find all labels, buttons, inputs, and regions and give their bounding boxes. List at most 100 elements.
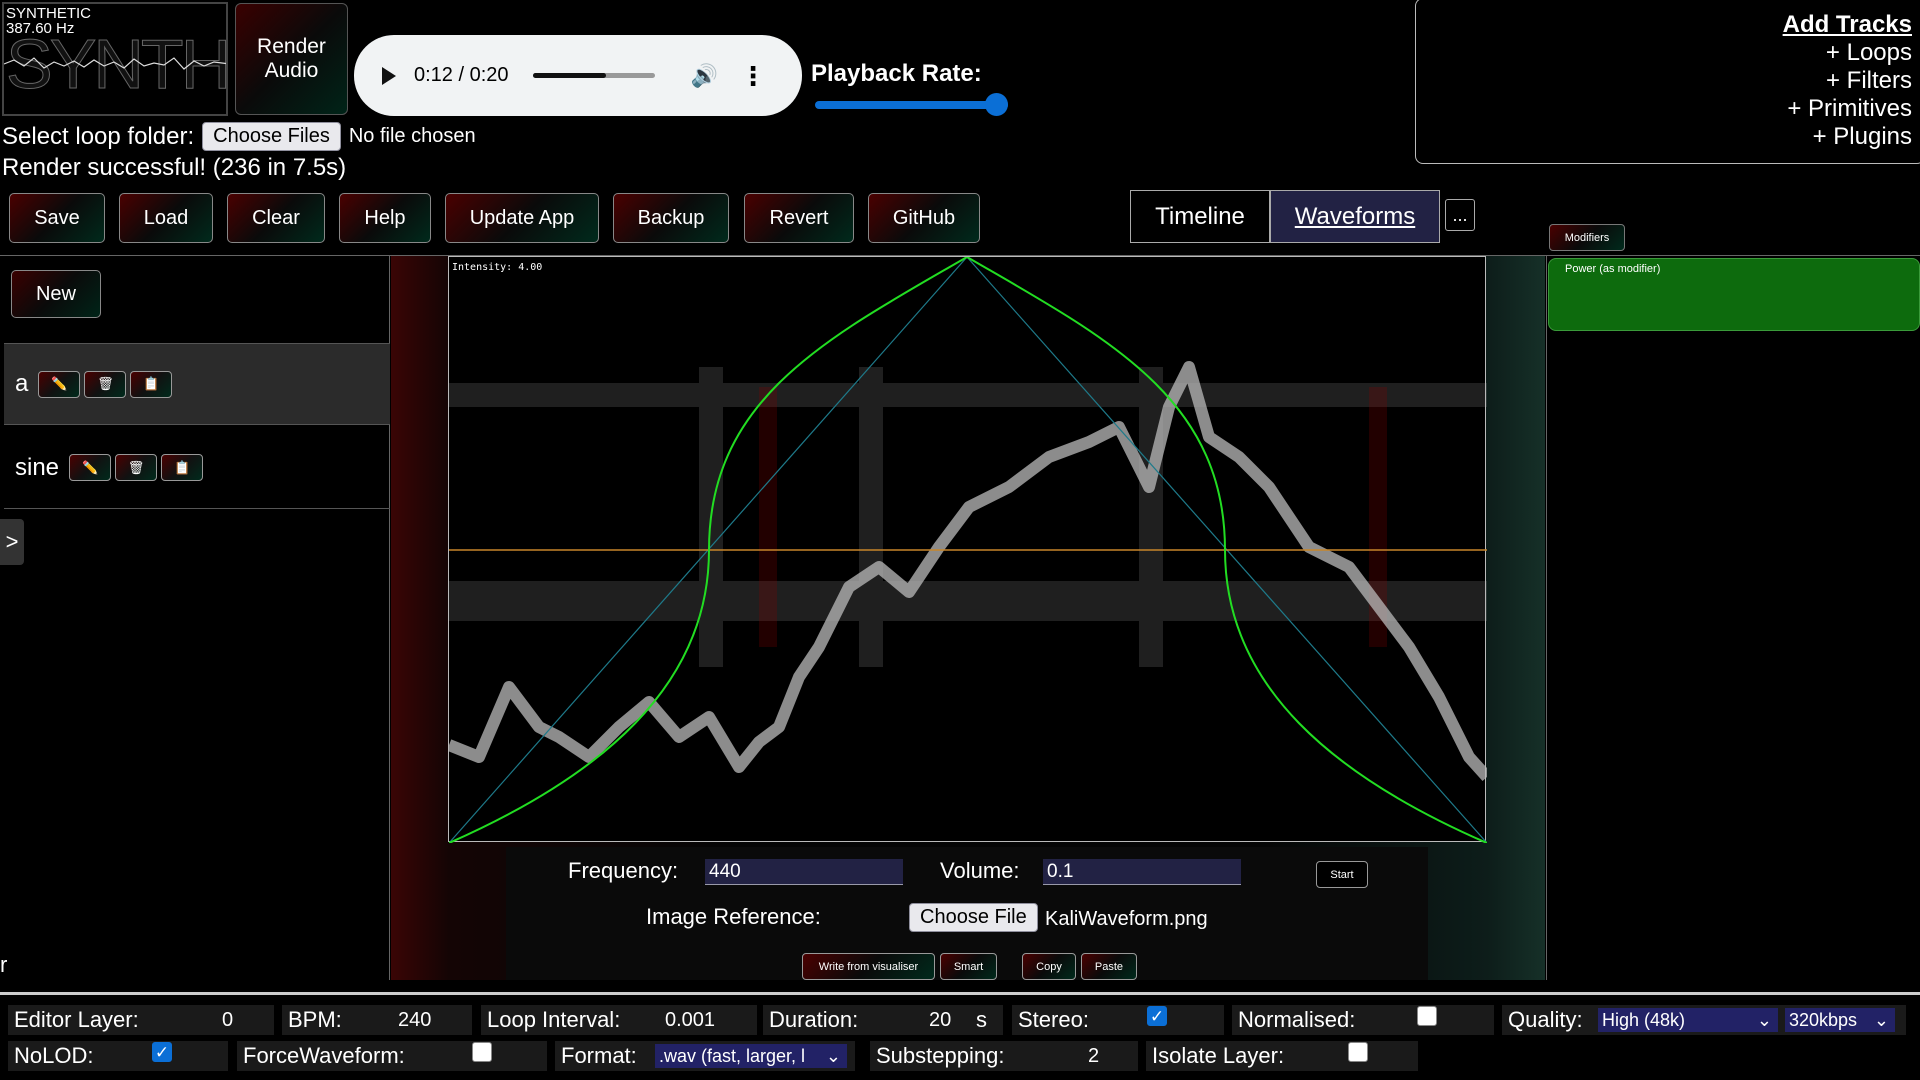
tab-timeline[interactable]: Timeline	[1130, 190, 1270, 243]
playback-rate-slider[interactable]	[815, 101, 1008, 109]
github-button[interactable]: GitHub	[868, 193, 980, 243]
isolate-layer-checkbox[interactable]	[1348, 1042, 1368, 1062]
playback-rate-label: Playback Rate:	[811, 60, 982, 87]
bpm-label: BPM:	[288, 1007, 342, 1032]
substepping-field[interactable]: Substepping: 2	[870, 1041, 1138, 1071]
isolate-layer-field[interactable]: Isolate Layer:	[1146, 1041, 1418, 1071]
modifier-card-power[interactable]: Power (as modifier)	[1548, 258, 1920, 331]
logo-title: SYNTHETIC	[6, 5, 92, 22]
add-plugins-link[interactable]: + Plugins	[1416, 123, 1912, 151]
forcewaveform-label: ForceWaveform:	[243, 1043, 405, 1068]
delete-icon[interactable]: 🗑	[84, 370, 127, 398]
forcewaveform-field[interactable]: ForceWaveform:	[237, 1041, 547, 1071]
editor-layer-label: Editor Layer:	[14, 1007, 139, 1032]
loop-folder-status: No file chosen	[348, 125, 476, 147]
edit-icon[interactable]: ✏️	[38, 370, 81, 398]
format-value: .wav (fast, larger, l	[659, 1046, 806, 1066]
play-icon[interactable]	[382, 66, 396, 85]
load-button[interactable]: Load	[119, 193, 213, 243]
bitrate-select[interactable]: 320kbps ⌄	[1785, 1008, 1895, 1032]
waveform-name: sine	[15, 453, 60, 481]
add-tracks-heading[interactable]: Add Tracks	[1416, 11, 1912, 39]
choose-image-button[interactable]: Choose File	[909, 903, 1038, 932]
revert-button[interactable]: Revert	[744, 193, 854, 243]
edit-icon[interactable]: ✏️	[69, 454, 112, 481]
start-button[interactable]: Start	[1316, 861, 1368, 888]
waveform-row-sine[interactable]: sine ✏️ 🗑 📋	[4, 427, 390, 509]
help-button[interactable]: Help	[339, 193, 431, 243]
playback-rate-thumb[interactable]	[985, 93, 1008, 116]
clipboard-icon[interactable]: 📋	[161, 454, 204, 481]
loop-interval-field[interactable]: Loop Interval: 0.001	[481, 1005, 757, 1035]
clear-button[interactable]: Clear	[227, 193, 325, 243]
reference-trace	[446, 361, 1492, 782]
waveform-plot	[446, 255, 1492, 844]
stray-text: r	[0, 952, 8, 977]
backup-button[interactable]: Backup	[613, 193, 729, 243]
volume-icon[interactable]: 🔊	[691, 63, 718, 89]
loop-folder-label: Select loop folder:	[2, 122, 195, 150]
quality-label: Quality:	[1508, 1007, 1583, 1032]
render-status: Render successful! (236 in 7.5s)	[2, 154, 347, 181]
quality-value: High (48k)	[1602, 1010, 1686, 1030]
expand-panel-button[interactable]: >	[0, 519, 24, 565]
player-time: 0:12 / 0:20	[414, 64, 509, 86]
bpm-value[interactable]: 240	[398, 1009, 431, 1032]
add-loops-link[interactable]: + Loops	[1416, 39, 1912, 67]
volume-label: Volume:	[940, 858, 1020, 883]
nolod-checkbox[interactable]: ✓	[152, 1042, 172, 1062]
duration-unit: s	[976, 1007, 987, 1032]
bitrate-value: 320kbps	[1789, 1010, 1858, 1030]
normalised-checkbox[interactable]	[1417, 1006, 1437, 1026]
copy-button[interactable]: Copy	[1022, 953, 1076, 980]
stereo-checkbox[interactable]: ✓	[1147, 1006, 1167, 1026]
waveform-name: a	[15, 370, 29, 397]
add-filters-link[interactable]: + Filters	[1416, 67, 1912, 95]
render-audio-button[interactable]: Render Audio	[235, 3, 348, 115]
update-app-button[interactable]: Update App	[445, 193, 599, 243]
new-waveform-button[interactable]: New	[11, 270, 101, 318]
write-from-visualiser-button[interactable]: Write from visualiser	[802, 953, 935, 980]
frequency-input[interactable]: 440	[705, 859, 903, 885]
waveform-row-a[interactable]: a ✏️ 🗑 📋	[4, 343, 390, 425]
add-primitives-link[interactable]: + Primitives	[1416, 95, 1912, 123]
duration-field[interactable]: Duration: 20 s	[763, 1005, 1003, 1035]
save-button[interactable]: Save	[9, 193, 105, 243]
modifiers-button[interactable]: Modifiers	[1549, 224, 1625, 251]
editor-layer-value[interactable]: 0	[222, 1009, 233, 1032]
intensity-readout: Intensity: 4.00	[452, 262, 543, 273]
format-select[interactable]: .wav (fast, larger, l ⌄	[655, 1044, 847, 1068]
paste-button[interactable]: Paste	[1081, 953, 1137, 980]
loop-interval-value[interactable]: 0.001	[665, 1009, 715, 1032]
substepping-value[interactable]: 2	[1088, 1045, 1099, 1068]
chevron-down-icon: ⌄	[825, 1046, 841, 1066]
bpm-field[interactable]: BPM: 240	[282, 1005, 472, 1035]
format-label: Format:	[561, 1043, 637, 1068]
tab-waveforms[interactable]: Waveforms	[1270, 190, 1440, 243]
smart-button[interactable]: Smart	[940, 953, 997, 980]
stereo-label: Stereo:	[1018, 1007, 1089, 1032]
seekbar-fill	[532, 73, 606, 78]
volume-input[interactable]: 0.1	[1043, 859, 1241, 885]
image-reference-label: Image Reference:	[646, 904, 821, 929]
delete-icon[interactable]: 🗑	[115, 454, 158, 481]
player-seekbar[interactable]	[532, 73, 655, 78]
image-reference-filename: KaliWaveform.png	[1045, 908, 1208, 930]
more-options-icon[interactable]: ⋮	[740, 63, 766, 89]
editor-layer-field[interactable]: Editor Layer: 0	[8, 1005, 274, 1035]
tab-more-button[interactable]: ...	[1445, 199, 1475, 231]
normalised-field[interactable]: Normalised:	[1232, 1005, 1494, 1035]
loop-interval-label: Loop Interval:	[487, 1007, 621, 1032]
clipboard-icon[interactable]: 📋	[130, 370, 173, 398]
app-logo: SYNTHETIC 387.60 Hz SYNTHETIC	[2, 2, 228, 116]
choose-files-button[interactable]: Choose Files	[202, 122, 341, 151]
forcewaveform-checkbox[interactable]	[472, 1042, 492, 1062]
modifiers-panel	[1546, 256, 1920, 980]
nolod-field[interactable]: NoLOD:	[8, 1041, 228, 1071]
stereo-field[interactable]: Stereo:	[1012, 1005, 1224, 1035]
waveform-canvas[interactable]	[446, 255, 1492, 844]
audio-player[interactable]: 0:12 / 0:20 🔊 ⋮	[354, 35, 802, 116]
quality-select[interactable]: High (48k) ⌄	[1598, 1008, 1778, 1032]
chevron-down-icon: ⌄	[1756, 1010, 1772, 1030]
duration-value[interactable]: 20	[929, 1009, 951, 1032]
